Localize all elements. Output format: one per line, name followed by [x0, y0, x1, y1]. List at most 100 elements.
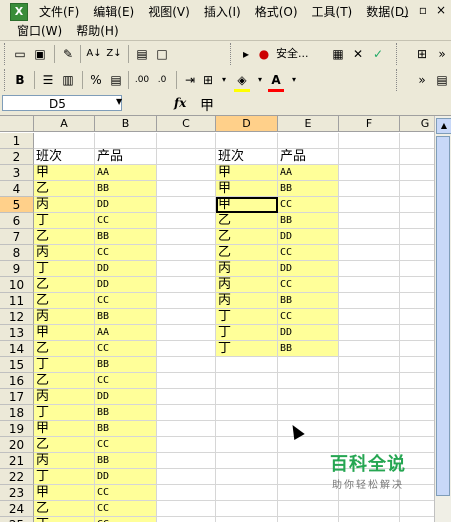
cell-e17[interactable] [278, 389, 339, 405]
row-header[interactable]: 12 [0, 309, 34, 325]
sort-ascending-icon[interactable]: A↓ [86, 45, 102, 63]
cell-b20[interactable]: CC [95, 437, 157, 453]
scroll-up-icon[interactable]: ▲ [436, 118, 451, 134]
function-icon[interactable]: fx [174, 96, 186, 110]
fill-color-icon[interactable]: ◈ [234, 71, 250, 92]
cell-f7[interactable] [339, 229, 400, 245]
cell-b22[interactable]: DD [95, 469, 157, 485]
new-document-icon[interactable]: ▭ [12, 45, 28, 63]
cell-b11[interactable]: CC [95, 293, 157, 309]
cell-e24[interactable] [278, 501, 339, 517]
cell-d5[interactable]: 甲 [216, 197, 278, 213]
cell-b5[interactable]: DD [95, 197, 157, 213]
toolbar-grip[interactable] [396, 43, 400, 65]
cell-d6[interactable]: 乙 [216, 213, 278, 229]
menu-item[interactable]: 视图(V) [141, 3, 197, 20]
cell-b3[interactable]: AA [95, 165, 157, 181]
cell-d21[interactable] [216, 453, 278, 469]
column-header-b[interactable]: B [95, 116, 157, 132]
cell-b6[interactable]: CC [95, 213, 157, 229]
format-painter-icon[interactable]: ✎ [60, 45, 76, 63]
cell-a7[interactable]: 乙 [34, 229, 95, 245]
cell-a2[interactable]: 班次 [34, 149, 95, 165]
cell-b13[interactable]: AA [95, 325, 157, 341]
cell-a17[interactable]: 丙 [34, 389, 95, 405]
cell-f10[interactable] [339, 277, 400, 293]
cell-a6[interactable]: 丁 [34, 213, 95, 229]
row-header[interactable]: 16 [0, 373, 34, 389]
row-header[interactable]: 10 [0, 277, 34, 293]
cell-b4[interactable]: BB [95, 181, 157, 197]
cell-b12[interactable]: BB [95, 309, 157, 325]
cell-c22[interactable] [157, 469, 216, 485]
column-header-a[interactable]: A [34, 116, 95, 132]
toolbar-grip[interactable] [4, 69, 8, 91]
font-color-icon[interactable]: A [268, 71, 284, 92]
cell-a12[interactable]: 丙 [34, 309, 95, 325]
cell-f16[interactable] [339, 373, 400, 389]
toolbar-options-icon[interactable]: ▤ [434, 71, 450, 89]
column-header-e[interactable]: E [278, 116, 339, 132]
menu-item[interactable]: 格式(O) [248, 3, 305, 20]
toolbar-grip[interactable] [230, 43, 234, 65]
cell-b17[interactable]: DD [95, 389, 157, 405]
cell-a1[interactable] [34, 133, 95, 149]
row-header[interactable]: 20 [0, 437, 34, 453]
cell-e7[interactable]: DD [278, 229, 339, 245]
cell-d23[interactable] [216, 485, 278, 501]
name-box-dropdown-icon[interactable]: ▼ [116, 97, 122, 106]
play-icon[interactable]: ▸ [238, 45, 254, 63]
zoom-icon[interactable]: ⊞ [414, 45, 430, 63]
cell-e6[interactable]: BB [278, 213, 339, 229]
cell-c10[interactable] [157, 277, 216, 293]
cell-c17[interactable] [157, 389, 216, 405]
row-header[interactable]: 23 [0, 485, 34, 501]
cell-e4[interactable]: BB [278, 181, 339, 197]
cell-d10[interactable]: 丙 [216, 277, 278, 293]
cell-c18[interactable] [157, 405, 216, 421]
cell-b2[interactable]: 产品 [95, 149, 157, 165]
cell-b24[interactable]: CC [95, 501, 157, 517]
toolbar-grip[interactable] [396, 69, 400, 91]
cell-a16[interactable]: 乙 [34, 373, 95, 389]
decrease-decimal-icon[interactable]: .0 [154, 71, 170, 89]
cell-e14[interactable]: BB [278, 341, 339, 357]
row-header[interactable]: 3 [0, 165, 34, 181]
cell-d15[interactable] [216, 357, 278, 373]
row-header[interactable]: 5 [0, 197, 34, 213]
cell-b8[interactable]: CC [95, 245, 157, 261]
select-all-corner[interactable] [0, 116, 34, 132]
cell-d16[interactable] [216, 373, 278, 389]
cell-c16[interactable] [157, 373, 216, 389]
toolbar-grip[interactable] [4, 43, 8, 65]
cell-c7[interactable] [157, 229, 216, 245]
cell-b9[interactable]: DD [95, 261, 157, 277]
row-header[interactable]: 21 [0, 453, 34, 469]
cell-e16[interactable] [278, 373, 339, 389]
cell-d25[interactable] [216, 517, 278, 522]
row-header[interactable]: 7 [0, 229, 34, 245]
cell-f18[interactable] [339, 405, 400, 421]
cell-d1[interactable] [216, 133, 278, 149]
cell-d17[interactable] [216, 389, 278, 405]
row-header[interactable]: 18 [0, 405, 34, 421]
increase-decimal-icon[interactable]: .00 [134, 71, 150, 89]
cell-f1[interactable] [339, 133, 400, 149]
merge-center-icon[interactable]: ▥ [60, 71, 76, 89]
cell-e2[interactable]: 产品 [278, 149, 339, 165]
formula-input[interactable]: 甲 [200, 95, 214, 115]
cell-d18[interactable] [216, 405, 278, 421]
cell-a5[interactable]: 丙 [34, 197, 95, 213]
row-header[interactable]: 13 [0, 325, 34, 341]
cell-c21[interactable] [157, 453, 216, 469]
cell-c14[interactable] [157, 341, 216, 357]
cell-f8[interactable] [339, 245, 400, 261]
cell-a23[interactable]: 甲 [34, 485, 95, 501]
vertical-scrollbar[interactable]: ▲ [434, 116, 451, 522]
cell-a8[interactable]: 丙 [34, 245, 95, 261]
cell-d24[interactable] [216, 501, 278, 517]
cell-a19[interactable]: 甲 [34, 421, 95, 437]
cell-c12[interactable] [157, 309, 216, 325]
cell-b7[interactable]: BB [95, 229, 157, 245]
cell-b18[interactable]: BB [95, 405, 157, 421]
